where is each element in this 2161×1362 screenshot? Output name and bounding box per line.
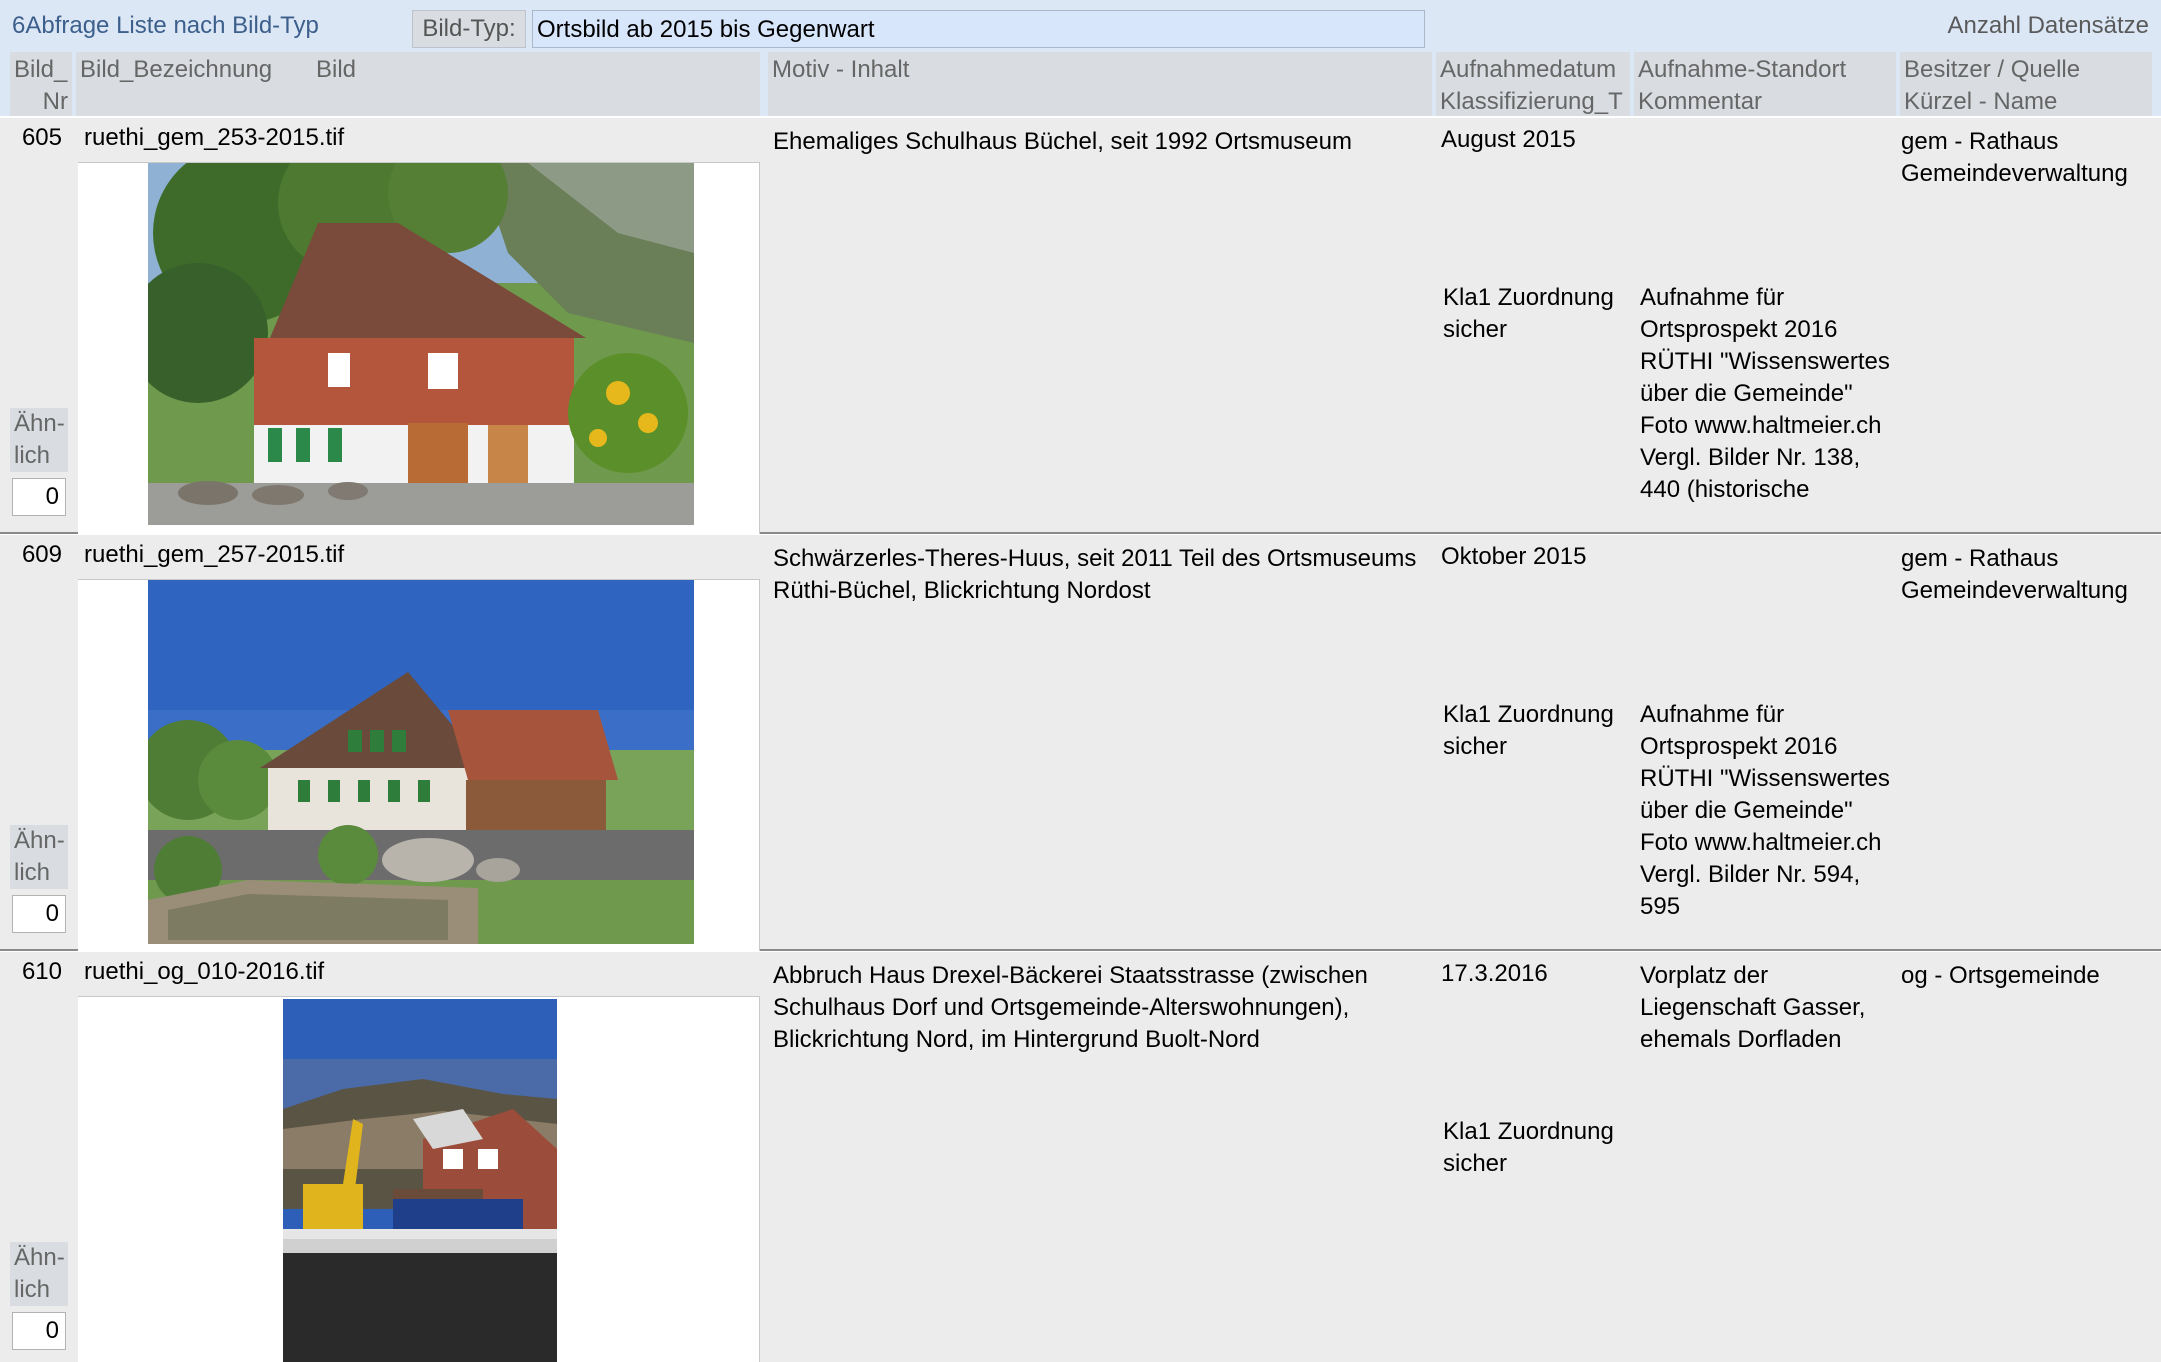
aufnahme-standort: Vorplatz der Liegenschaft Gasser, ehemal… <box>1640 962 1866 1053</box>
table-row[interactable]: 605 ruethi_gem_253-2015.tif Ähn-lich 0 E… <box>0 118 2161 534</box>
aehnlich-label: Ähn-lich <box>10 408 68 472</box>
klassifizierung: Kla1 Zuordnung sicher <box>1443 284 1614 343</box>
kommentar: Aufnahme für Ortsprospekt 2016 RÜTHI "Wi… <box>1640 701 1890 920</box>
aehnlich-label: Ähn-lich <box>10 1242 68 1306</box>
aufnahmedatum: August 2015 <box>1441 126 1576 153</box>
kommentar <box>1640 1116 1902 1350</box>
column-header-besitzer[interactable]: Besitzer / Quelle Kürzel - Name <box>1900 52 2152 116</box>
besitzer-quelle: og - Ortsgemeinde <box>1901 962 2100 989</box>
photo-frame <box>78 579 760 951</box>
aehnlich-field[interactable]: 0 <box>12 478 66 516</box>
aufnahmedatum: 17.3.2016 <box>1441 960 1548 987</box>
motiv-inhalt: Ehemaliges Schulhaus Büchel, seit 1992 O… <box>773 128 1352 155</box>
form-header: 6Abfrage Liste nach Bild-Typ Bild-Typ: O… <box>0 0 2161 116</box>
aehnlich-field[interactable]: 0 <box>12 1312 66 1350</box>
record-count-label: Anzahl Datensätze <box>1947 12 2149 39</box>
bild-bezeichnung: ruethi_gem_253-2015.tif <box>84 124 345 151</box>
column-header-datum[interactable]: Aufnahmedatum Klassifizierung_T <box>1436 52 1630 116</box>
column-header-standort[interactable]: Aufnahme-Standort Kommentar <box>1634 52 1896 116</box>
bild-nr: 605 <box>21 124 62 151</box>
bild-bezeichnung: ruethi_og_010-2016.tif <box>84 958 325 985</box>
photo-frame <box>78 996 760 1362</box>
aehnlich-field[interactable]: 0 <box>12 895 66 933</box>
bild-bezeichnung: ruethi_gem_257-2015.tif <box>84 541 345 568</box>
column-header-bezeichnung[interactable]: Bild_Bezeichnung Bild <box>76 52 760 116</box>
form-title: 6Abfrage Liste nach Bild-Typ <box>12 12 319 39</box>
photo-frame <box>78 162 760 534</box>
motiv-inhalt: Schwärzerles-Theres-Huus, seit 2011 Teil… <box>773 545 1417 604</box>
aehnlich-label: Ähn-lich <box>10 825 68 889</box>
bild-nr: 610 <box>21 958 62 985</box>
column-header-motiv[interactable]: Motiv - Inhalt <box>768 52 1432 116</box>
photo-theres-huus <box>148 580 694 944</box>
aufnahmedatum: Oktober 2015 <box>1441 543 1587 570</box>
filter-input[interactable]: Ortsbild ab 2015 bis Gegenwart <box>532 10 1425 48</box>
photo-demolition <box>283 999 557 1362</box>
klassifizierung: Kla1 Zuordnung sicher <box>1443 1118 1614 1177</box>
column-header-nr[interactable]: Bild_ Nr <box>10 52 72 116</box>
table-row[interactable]: 610 ruethi_og_010-2016.tif Ähn-lich 0 Ab… <box>0 952 2161 1362</box>
bild-nr: 609 <box>21 541 62 568</box>
besitzer-quelle: gem - Rathaus Gemeindeverwaltung <box>1901 545 2128 604</box>
column-header-bezeichnung-label: Bild_Bezeichnung <box>80 56 273 83</box>
photo-schoolhouse <box>148 163 694 525</box>
column-header-bild: Bild <box>316 56 357 83</box>
table-row[interactable]: 609 ruethi_gem_257-2015.tif Ähn-lich 0 S… <box>0 535 2161 951</box>
motiv-inhalt: Abbruch Haus Drexel-Bäckerei Staatsstras… <box>773 962 1368 1053</box>
kommentar: Aufnahme für Ortsprospekt 2016 RÜTHI "Wi… <box>1640 284 1890 503</box>
filter-label: Bild-Typ: <box>412 10 526 48</box>
besitzer-quelle: gem - Rathaus Gemeindeverwaltung <box>1901 128 2128 187</box>
klassifizierung: Kla1 Zuordnung sicher <box>1443 701 1614 760</box>
